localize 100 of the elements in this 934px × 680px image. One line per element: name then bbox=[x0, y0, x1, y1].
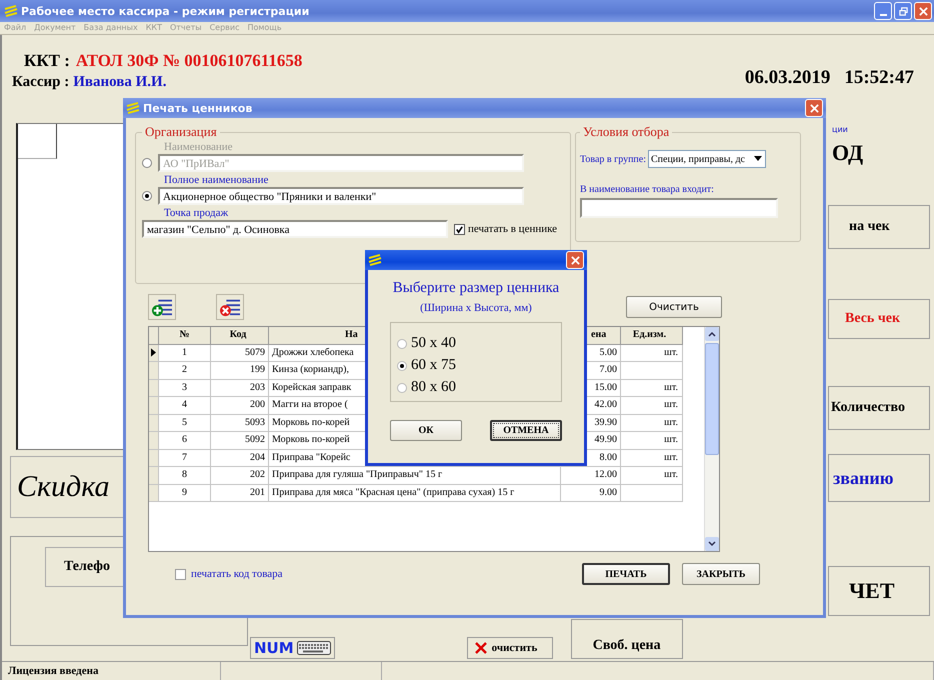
group-legend: Условия отбора bbox=[580, 124, 672, 140]
column-header: Код bbox=[211, 327, 269, 344]
table-cell: 8 bbox=[159, 467, 211, 484]
action-button[interactable]: званию bbox=[828, 454, 930, 502]
time-text: 15:52:47 bbox=[844, 67, 914, 89]
close-icon bbox=[810, 104, 818, 112]
table-cell: 5079 bbox=[211, 344, 269, 362]
table-cell: 9.00 bbox=[561, 484, 621, 502]
cross-icon bbox=[474, 641, 488, 655]
input-field[interactable]: магазин "Сельпо" д. Осиновка bbox=[142, 220, 448, 238]
scrollbar[interactable] bbox=[704, 327, 719, 551]
table-cell: 12.00 bbox=[561, 467, 621, 484]
table-cell: 203 bbox=[211, 380, 269, 397]
scroll-up-icon bbox=[708, 331, 716, 337]
delete-list-icon[interactable] bbox=[216, 294, 244, 320]
close-icon bbox=[570, 256, 580, 264]
scroll-down-icon bbox=[708, 541, 716, 547]
table-cell: 3 bbox=[159, 380, 211, 397]
field-label: Точка продаж bbox=[164, 206, 230, 220]
group-dropdown[interactable]: Специи, приправы, дс bbox=[648, 150, 766, 168]
column-header: № bbox=[159, 327, 211, 344]
field-label: Полное наименование bbox=[164, 173, 270, 187]
table-cell: шт. bbox=[621, 432, 683, 450]
dialog-button[interactable]: ЗАКРЫТЬ bbox=[682, 563, 760, 585]
table-cell: 7 bbox=[159, 450, 211, 467]
table-cell: 5 bbox=[159, 414, 211, 432]
dropdown-arrow-icon bbox=[754, 156, 762, 162]
table-cell: 201 bbox=[211, 484, 269, 502]
dialog-button[interactable]: ОК bbox=[390, 420, 462, 441]
table-cell bbox=[621, 484, 683, 502]
table-cell: шт. bbox=[621, 397, 683, 414]
table-cell: 2 bbox=[159, 362, 211, 380]
table-cell: Приправа для гуляша "Приправыч" 15 г bbox=[269, 467, 561, 484]
minimize-button[interactable] bbox=[874, 2, 892, 20]
table-cell: шт. bbox=[621, 414, 683, 432]
table-cell: шт. bbox=[621, 467, 683, 484]
radio-button[interactable] bbox=[397, 338, 407, 348]
table-cell: 1 bbox=[159, 344, 211, 362]
add-list-icon[interactable] bbox=[148, 294, 176, 320]
cashier-name: Иванова И.И. bbox=[73, 74, 166, 91]
close-icon bbox=[918, 6, 928, 16]
radio-button[interactable] bbox=[142, 191, 152, 201]
table-cell: шт. bbox=[621, 450, 683, 467]
checkbox[interactable] bbox=[175, 568, 186, 580]
date-text: 06.03.2019 bbox=[744, 67, 830, 89]
numpad-button[interactable]: NUM bbox=[250, 637, 335, 659]
radio-button[interactable] bbox=[397, 360, 407, 370]
clear-button[interactable]: очистить bbox=[466, 637, 553, 659]
table-cell: 202 bbox=[211, 467, 269, 484]
table-cell: Приправа для мяса "Красная цена" (приправа сухая) 15 г bbox=[269, 484, 561, 502]
close-button[interactable] bbox=[805, 99, 823, 117]
kkt-label: ККТ : bbox=[24, 51, 70, 71]
table-cell: 5092 bbox=[211, 432, 269, 450]
free-price-button[interactable]: Своб. цена bbox=[570, 619, 683, 659]
action-button[interactable]: ЧЕТ bbox=[828, 566, 930, 616]
action-button[interactable]: Количество bbox=[828, 386, 930, 430]
input-field[interactable]: Акционерное общество "Пряники и валенки" bbox=[158, 187, 524, 205]
checkbox[interactable] bbox=[454, 224, 465, 234]
app-icon bbox=[368, 254, 382, 266]
clear-button[interactable]: Очистить bbox=[626, 296, 722, 318]
close-button[interactable] bbox=[566, 251, 584, 269]
field-label: В наименование товара входит: bbox=[580, 184, 715, 195]
close-button[interactable] bbox=[914, 2, 932, 20]
input-field[interactable] bbox=[580, 198, 778, 218]
corner-cell bbox=[149, 327, 159, 344]
table-cell: шт. bbox=[621, 344, 683, 362]
code-text: ОД bbox=[831, 140, 864, 166]
radio-button[interactable] bbox=[397, 382, 407, 392]
restore-icon bbox=[898, 6, 908, 16]
checkbox-label: печатать в ценнике bbox=[468, 223, 558, 235]
table-cell: 199 bbox=[211, 362, 269, 380]
table-cell: шт. bbox=[621, 380, 683, 397]
dialog-heading: Выберите размер ценника bbox=[392, 280, 560, 297]
kkt-model: АТОЛ 30Ф № 00106107611658 bbox=[76, 51, 302, 71]
dialog-button[interactable]: ОТМЕНА bbox=[490, 420, 562, 441]
restore-button[interactable] bbox=[894, 2, 912, 20]
dialog-title: Печать ценников bbox=[143, 102, 252, 114]
cashier-label: Кассир : bbox=[12, 74, 70, 91]
table-cell bbox=[621, 362, 683, 380]
checkmark-icon bbox=[455, 224, 464, 234]
window-title: Рабочее место кассира - режим регистрации bbox=[21, 4, 310, 18]
group-legend: Организация bbox=[142, 124, 220, 140]
table-cell: 4 bbox=[159, 397, 211, 414]
keyboard-icon bbox=[296, 641, 331, 655]
dialog-button[interactable]: ПЕЧАТЬ bbox=[582, 563, 670, 585]
section-caption: ции bbox=[831, 125, 848, 134]
column-header: Ед.изм. bbox=[621, 327, 683, 344]
app-icon bbox=[4, 5, 18, 17]
table-cell: 6 bbox=[159, 432, 211, 450]
action-button[interactable]: на чек bbox=[828, 205, 930, 249]
field-label: Наименование bbox=[164, 140, 234, 154]
table-cell: 200 bbox=[211, 397, 269, 414]
table-cell: 5093 bbox=[211, 414, 269, 432]
app-icon bbox=[126, 102, 140, 114]
field-label: Товар в группе: bbox=[580, 154, 646, 164]
minimize-icon bbox=[880, 14, 886, 16]
action-button[interactable]: Весь чек bbox=[828, 299, 930, 339]
table-cell: 9 bbox=[159, 484, 211, 502]
status-text: Лицензия введена bbox=[2, 662, 221, 680]
radio-label: 80 х 60 bbox=[411, 379, 456, 396]
